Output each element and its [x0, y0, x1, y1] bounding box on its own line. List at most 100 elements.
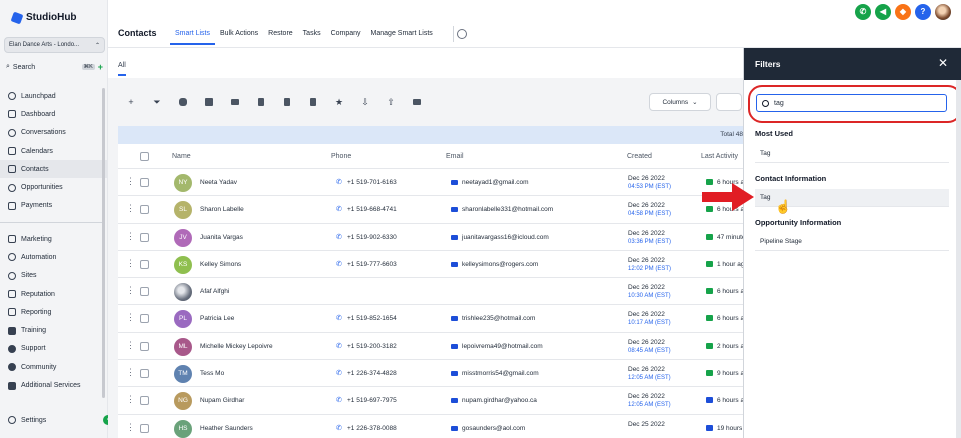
row-checkbox[interactable] — [140, 369, 149, 379]
sidebar-item-community[interactable]: Community — [0, 358, 108, 376]
row-menu-icon[interactable]: ⋮ — [126, 422, 135, 433]
export-icon[interactable]: ⇩ — [352, 93, 378, 111]
sidebar-item-support[interactable]: Support — [0, 340, 108, 358]
contact-name[interactable]: Kelley Simons — [200, 261, 241, 268]
megaphone-icon[interactable]: ◀ — [875, 4, 891, 20]
sidebar-item-calendars[interactable]: Calendars — [0, 142, 108, 160]
sidebar-item-additional-services[interactable]: Additional Services — [0, 376, 108, 394]
contact-phone[interactable]: +1 519-668-4741 — [347, 206, 397, 213]
sidebar-search[interactable]: ⌕ Search ⌘K + — [4, 60, 105, 74]
contact-name[interactable]: Patricia Lee — [200, 315, 234, 322]
table-row[interactable]: ⋮ NY Neeta Yadav ✆ +1 519-701-6163 neeta… — [118, 169, 751, 197]
row-checkbox[interactable] — [140, 205, 149, 215]
tab-tasks[interactable]: Tasks — [298, 24, 326, 45]
delete-icon[interactable] — [300, 93, 326, 111]
table-row[interactable]: ⋮ ML Michelle Mickey Lepoivre ✆ +1 519-2… — [118, 333, 751, 361]
user-avatar[interactable] — [935, 4, 951, 20]
sidebar-item-reputation[interactable]: Reputation — [0, 285, 108, 303]
sidebar-item-opportunities[interactable]: Opportunities — [0, 178, 108, 196]
phone-icon[interactable]: ✆ — [855, 4, 871, 20]
table-row[interactable]: ⋮ TM Tess Mo ✆ +1 226-374-4828 misstmorr… — [118, 360, 751, 388]
contact-name[interactable]: Sharon Labelle — [200, 206, 244, 213]
contact-phone[interactable]: +1 226-378-0088 — [347, 425, 397, 432]
row-menu-icon[interactable]: ⋮ — [126, 312, 135, 323]
sidebar-item-contacts[interactable]: Contacts — [0, 160, 108, 179]
close-icon[interactable]: ✕ — [938, 56, 948, 70]
row-checkbox[interactable] — [140, 259, 149, 269]
contact-name[interactable]: Nupam Girdhar — [200, 397, 244, 404]
sidebar-item-dashboard[interactable]: Dashboard — [0, 105, 108, 123]
tab-restore[interactable]: Restore — [263, 24, 298, 45]
star-icon[interactable]: ★ — [326, 93, 352, 111]
sidebar-item-reporting[interactable]: Reporting — [0, 303, 108, 321]
contact-phone[interactable]: +1 519-701-6163 — [347, 179, 397, 186]
table-row[interactable]: ⋮ NG Nupam Girdhar ✆ +1 519-697-7975 nup… — [118, 387, 751, 415]
header-email[interactable]: Email — [446, 153, 464, 160]
sidebar-scrollbar[interactable] — [102, 88, 105, 398]
sidebar-item-automation[interactable]: Automation — [0, 248, 108, 266]
add-contact-icon[interactable]: + — [118, 93, 144, 111]
subtab-all[interactable]: All — [118, 62, 126, 76]
table-row[interactable]: ⋮ HS Heather Saunders ✆ +1 226-378-0088 … — [118, 415, 755, 438]
message-icon[interactable] — [196, 93, 222, 111]
merge-icon[interactable] — [404, 93, 430, 111]
sidebar-item-marketing[interactable]: Marketing — [0, 230, 108, 248]
sidebar-item-conversations[interactable]: Conversations — [0, 124, 108, 142]
header-phone[interactable]: Phone — [331, 153, 351, 160]
row-checkbox[interactable] — [140, 178, 149, 187]
contact-name[interactable]: Afaf Alfghi — [200, 288, 229, 295]
columns-dropdown[interactable]: Columns ⌄ — [649, 93, 711, 111]
sidebar-item-sites[interactable]: Sites — [0, 267, 108, 285]
table-row[interactable]: ⋮ KS Kelley Simons ✆ +1 519-777-6603 kel… — [118, 251, 748, 279]
row-checkbox[interactable] — [140, 287, 149, 297]
tag-remove-icon[interactable] — [274, 93, 300, 111]
help-icon[interactable]: ? — [915, 4, 931, 20]
contact-phone[interactable]: +1 519-777-6603 — [347, 261, 397, 268]
email-icon[interactable] — [222, 93, 248, 111]
tag-add-icon[interactable] — [248, 93, 274, 111]
filter-icon[interactable]: ⏷ — [144, 93, 170, 111]
sidebar-item-payments[interactable]: Payments — [0, 197, 108, 215]
table-row[interactable]: ⋮ PL Patricia Lee ✆ +1 519-852-1654 tris… — [118, 305, 751, 333]
table-row[interactable]: ⋮ Afaf Alfghi Dec 26 2022 10:30 AM (EST)… — [118, 278, 751, 306]
quick-add-icon[interactable]: + — [98, 62, 103, 72]
contact-email[interactable]: kelleysimons@rogers.com — [462, 261, 538, 268]
contact-name[interactable]: Michelle Mickey Lepoivre — [200, 343, 273, 350]
row-menu-icon[interactable]: ⋮ — [126, 203, 135, 214]
row-menu-icon[interactable]: ⋮ — [126, 367, 135, 378]
row-checkbox[interactable] — [140, 232, 149, 242]
contact-email[interactable]: misstmorris54@gmail.com — [462, 370, 539, 377]
contact-name[interactable]: Heather Saunders — [200, 425, 253, 432]
row-menu-icon[interactable]: ⋮ — [126, 394, 135, 405]
contact-email[interactable]: trishlee235@hotmail.com — [462, 315, 535, 322]
gear-icon[interactable] — [457, 29, 467, 39]
contact-email[interactable]: lepoivrema49@hotmail.com — [462, 343, 543, 350]
table-search-button[interactable] — [716, 93, 742, 111]
table-row[interactable]: ⋮ SL Sharon Labelle ✆ +1 519-668-4741 sh… — [118, 196, 751, 224]
contact-email[interactable]: juanitavargass16@icloud.com — [462, 234, 549, 241]
filter-option-pipeline-stage[interactable]: Pipeline Stage — [755, 233, 949, 251]
contact-email[interactable]: sharonlabelle331@hotmail.com — [462, 206, 553, 213]
contact-phone[interactable]: +1 519-902-6330 — [347, 234, 397, 241]
sidebar-item-training[interactable]: Training — [0, 321, 108, 339]
app-logo[interactable]: StudioHub — [10, 11, 77, 24]
contact-email[interactable]: gosaunders@aol.com — [462, 425, 525, 432]
contact-phone[interactable]: +1 519-697-7975 — [347, 397, 397, 404]
filter-search-input[interactable]: tag — [756, 94, 947, 112]
header-name[interactable]: Name — [172, 153, 191, 160]
row-menu-icon[interactable]: ⋮ — [126, 176, 135, 187]
filter-option-most-used-tag[interactable]: Tag — [755, 145, 949, 163]
header-last-activity[interactable]: Last Activity — [701, 153, 738, 160]
account-switcher[interactable]: Elan Dance Arts - Londo... ⌃ — [4, 37, 105, 53]
sidebar-item-settings[interactable]: Settings — [0, 412, 108, 428]
import-icon[interactable]: ⇧ — [378, 93, 404, 111]
row-menu-icon[interactable]: ⋮ — [126, 340, 135, 351]
row-menu-icon[interactable]: ⋮ — [126, 231, 135, 242]
tab-manage-smart-lists[interactable]: Manage Smart Lists — [366, 24, 438, 45]
contact-name[interactable]: Tess Mo — [200, 370, 224, 377]
row-menu-icon[interactable]: ⋮ — [126, 258, 135, 269]
filters-scrollbar[interactable] — [956, 80, 961, 438]
contact-email[interactable]: nupam.girdhar@yahoo.ca — [462, 397, 537, 404]
bell-icon[interactable]: ◆ — [895, 4, 911, 20]
robot-icon[interactable] — [170, 93, 196, 111]
